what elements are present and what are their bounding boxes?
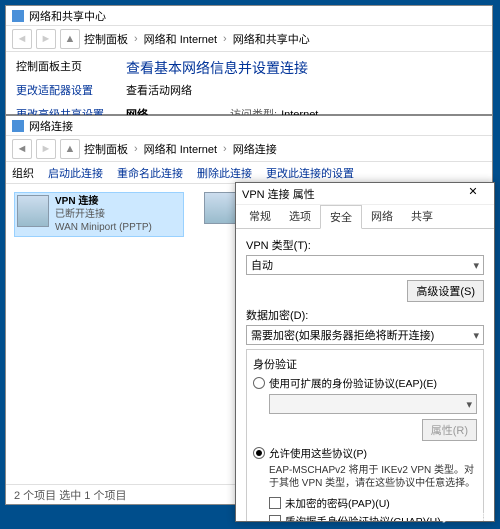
toolbar-organize[interactable]: 组织 (12, 165, 34, 181)
crumb[interactable]: 控制面板 (84, 141, 128, 157)
crumb[interactable]: 网络和 Internet (144, 141, 217, 157)
win2-title: 网络连接 (29, 118, 73, 134)
network-icon (12, 120, 24, 132)
tab-options[interactable]: 选项 (280, 205, 320, 228)
win2-addressbar: ◄ ► ▲ 控制面板› 网络和 Internet› 网络连接 (6, 136, 492, 162)
eap-combo (269, 394, 477, 414)
toolbar-start[interactable]: 启动此连接 (48, 165, 103, 181)
dialog-body: VPN 类型(T): 自动 高级设置(S) 数据加密(D): 需要加密(如果服务… (236, 229, 494, 521)
tab-network[interactable]: 网络 (362, 205, 402, 228)
auth-group: 身份验证 使用可扩展的身份验证协议(EAP)(E) 属性(R) 允许使用这些协议… (246, 349, 484, 521)
connection-vpn[interactable]: VPN 连接 已断开连接 WAN Miniport (PPTP) (14, 192, 184, 237)
ethernet-icon (204, 192, 236, 224)
chap-checkbox[interactable] (269, 515, 281, 521)
up-button[interactable]: ▲ (60, 139, 80, 159)
crumb[interactable]: 网络和共享中心 (233, 31, 310, 47)
encryption-label: 数据加密(D): (246, 307, 484, 323)
auth-group-title: 身份验证 (253, 356, 477, 372)
allow-protocols-label: 允许使用这些协议(P) (269, 446, 367, 461)
dialog-tabs: 常规 选项 安全 网络 共享 (236, 205, 494, 229)
allow-protocols-note: EAP-MSCHAPv2 将用于 IKEv2 VPN 类型。对于其他 VPN 类… (269, 464, 477, 490)
vpn-type-combo[interactable]: 自动 (246, 255, 484, 275)
eap-properties-button: 属性(R) (422, 419, 477, 441)
back-button[interactable]: ◄ (12, 29, 32, 49)
sidebar-header: 控制面板主页 (16, 58, 106, 74)
allow-protocols-radio[interactable] (253, 447, 265, 459)
tab-sharing[interactable]: 共享 (402, 205, 442, 228)
tab-security[interactable]: 安全 (320, 205, 362, 229)
crumb[interactable]: 控制面板 (84, 31, 128, 47)
network-icon (12, 10, 24, 22)
encryption-value: 需要加密(如果服务器拒绝将断开连接) (251, 327, 434, 343)
back-button[interactable]: ◄ (12, 139, 32, 159)
dialog-title: VPN 连接 属性 (242, 186, 315, 202)
forward-button[interactable]: ► (36, 29, 56, 49)
win1-title: 网络和共享中心 (29, 8, 106, 24)
dialog-titlebar: VPN 连接 属性 ✕ (236, 183, 494, 205)
sidebar-item-adapter[interactable]: 更改适配器设置 (16, 82, 106, 98)
toolbar-rename[interactable]: 重命名此连接 (117, 165, 183, 181)
win1-titlebar: 网络和共享中心 (6, 6, 492, 26)
main-heading: 查看基本网络信息并设置连接 (126, 58, 482, 78)
main-sub: 查看活动网络 (126, 82, 482, 98)
close-button[interactable]: ✕ (458, 185, 488, 203)
vpn-icon (17, 195, 49, 227)
pap-checkbox[interactable] (269, 497, 281, 509)
win2-toolbar: 组织 启动此连接 重命名此连接 删除此连接 更改此连接的设置 (6, 162, 492, 184)
toolbar-settings[interactable]: 更改此连接的设置 (266, 165, 354, 181)
vpn-type-value: 自动 (251, 257, 273, 273)
conn-title: VPN 连接 (55, 195, 152, 208)
conn-device: WAN Miniport (PPTP) (55, 221, 152, 234)
chap-label: 质询握手身份验证协议(CHAP)(H) (285, 514, 441, 521)
eap-radio-label: 使用可扩展的身份验证协议(EAP)(E) (269, 376, 437, 391)
pap-label: 未加密的密码(PAP)(U) (285, 496, 390, 511)
vpn-type-label: VPN 类型(T): (246, 237, 484, 253)
network-center-window: 网络和共享中心 ◄ ► ▲ 控制面板› 网络和 Internet› 网络和共享中… (5, 5, 493, 115)
forward-button[interactable]: ► (36, 139, 56, 159)
conn-status: 已断开连接 (55, 208, 152, 221)
tab-general[interactable]: 常规 (240, 205, 280, 228)
crumb[interactable]: 网络和 Internet (144, 31, 217, 47)
win2-titlebar: 网络连接 (6, 116, 492, 136)
encryption-combo[interactable]: 需要加密(如果服务器拒绝将断开连接) (246, 325, 484, 345)
vpn-properties-dialog: VPN 连接 属性 ✕ 常规 选项 安全 网络 共享 VPN 类型(T): 自动… (235, 182, 495, 522)
crumb[interactable]: 网络连接 (233, 141, 277, 157)
win1-addressbar: ◄ ► ▲ 控制面板› 网络和 Internet› 网络和共享中心 (6, 26, 492, 52)
up-button[interactable]: ▲ (60, 29, 80, 49)
toolbar-delete[interactable]: 删除此连接 (197, 165, 252, 181)
eap-radio[interactable] (253, 377, 265, 389)
advanced-settings-button[interactable]: 高级设置(S) (407, 280, 484, 302)
